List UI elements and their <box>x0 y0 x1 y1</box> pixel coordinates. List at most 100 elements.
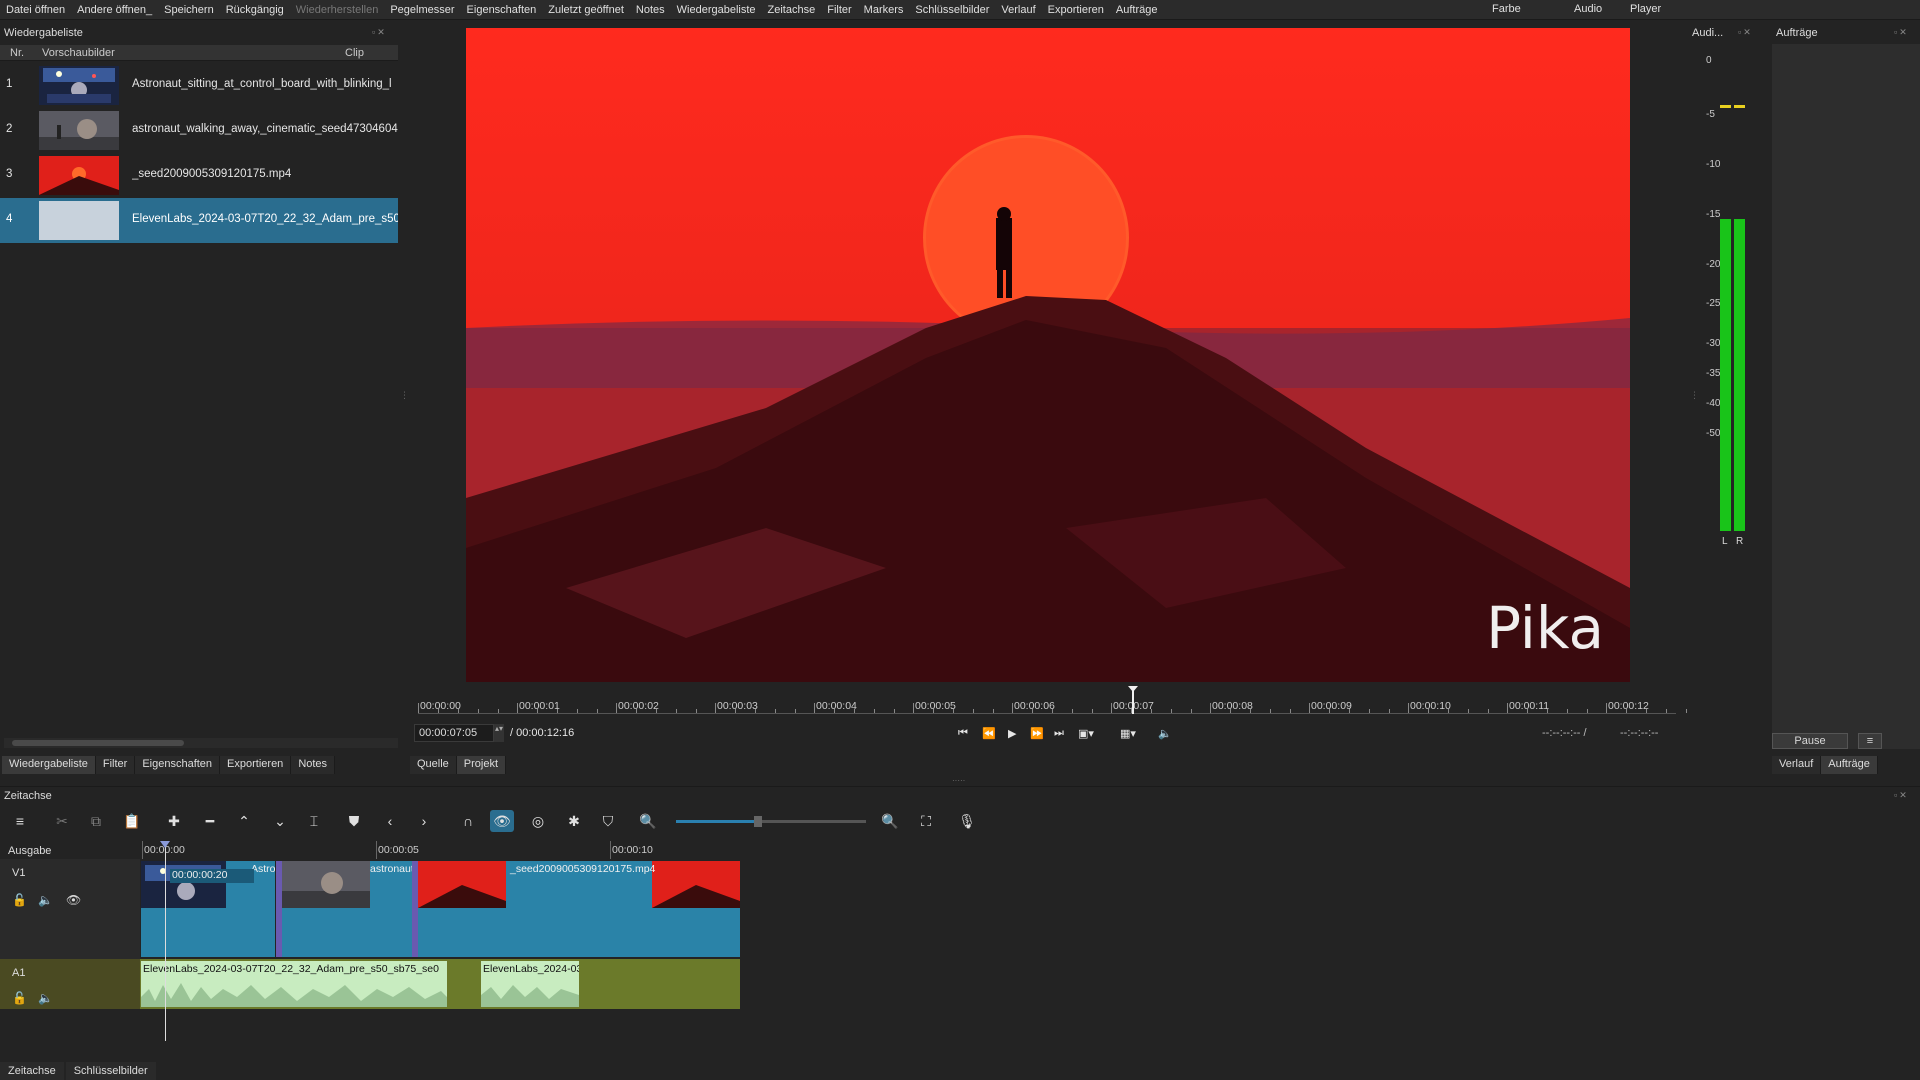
tab-keyframes[interactable]: Schlüsselbilder <box>65 1062 156 1080</box>
menu-item[interactable]: Exportieren <box>1042 4 1110 16</box>
tab-source[interactable]: Quelle <box>410 756 457 774</box>
lock-icon[interactable]: 🔓 <box>12 893 27 907</box>
lift-icon[interactable]: ⌃ <box>232 810 256 832</box>
menu-item[interactable]: Verlauf <box>995 4 1041 16</box>
grid-icon[interactable]: ▦▾ <box>1120 727 1136 740</box>
tab-filter[interactable]: Filter <box>95 756 136 774</box>
splitter-handle[interactable]: ····· <box>952 776 968 785</box>
ripple-icon[interactable]: ◎ <box>526 810 550 832</box>
menu-item[interactable]: Zuletzt geöffnet <box>542 4 630 16</box>
audio-clip-1[interactable]: ElevenLabs_2024-03-07T20_22_32_Adam_pre_… <box>141 961 447 1007</box>
position-timecode[interactable]: 00:00:07:05 <box>414 724 494 742</box>
playhead[interactable] <box>1126 686 1140 714</box>
fast-forward-icon[interactable]: ⏩ <box>1030 727 1044 740</box>
scrub-icon[interactable]: 👁 <box>490 810 514 832</box>
menu-item[interactable]: Aufträge <box>1110 4 1164 16</box>
video-clip-2[interactable]: astronaut <box>282 861 412 957</box>
jobs-menu-icon[interactable]: ≡ <box>1858 733 1882 749</box>
skip-start-icon[interactable]: ⏮ <box>958 727 968 740</box>
menu-audio[interactable]: Audio <box>1568 3 1608 15</box>
snap-icon[interactable]: ∩ <box>456 810 480 832</box>
menu-item[interactable]: Rückgängig <box>220 4 290 16</box>
menu-item[interactable]: Zeitachse <box>762 4 822 16</box>
next-marker-icon[interactable]: › <box>412 810 436 832</box>
lock-icon[interactable]: 🔓 <box>12 991 27 1005</box>
jobs-dock-icon[interactable]: ▫✕ <box>1894 27 1909 38</box>
playlist-row[interactable]: 3 _seed2009005309120175.mp4 <box>0 153 398 198</box>
menu-item[interactable]: Notes <box>630 4 671 16</box>
timeline-ruler[interactable]: 00:00:0000:00:0500:00:10 <box>140 841 740 859</box>
menu-item[interactable]: Markers <box>858 4 910 16</box>
previous-marker-icon[interactable]: ‹ <box>378 810 402 832</box>
tab-playlist[interactable]: Wiedergabeliste <box>2 756 96 774</box>
remove-icon[interactable]: ━ <box>198 810 222 832</box>
viewer-timeline-ruler[interactable]: 00:00:00 00:00:01 00:00:02 00:00:03 00:00:04… <box>418 686 1687 714</box>
ripple-all-icon[interactable]: ✱ <box>562 810 586 832</box>
v1-header[interactable]: V1 🔓 🔈 👁 <box>0 859 140 959</box>
visibility-icon[interactable]: 👁 <box>66 893 81 907</box>
timeline-menu-icon[interactable]: ≡ <box>8 810 32 832</box>
skip-end-icon[interactable]: ⏭ <box>1054 727 1064 740</box>
zoom-fit-icon[interactable]: ⛶ <box>914 810 938 832</box>
menu-item[interactable]: Wiedergabeliste <box>671 4 762 16</box>
cut-icon[interactable]: ✂ <box>50 810 74 832</box>
split-icon[interactable]: ⌶ <box>302 810 326 832</box>
menu-item[interactable]: Eigenschaften <box>461 4 543 16</box>
video-clip-3[interactable]: _seed2009005309120175.mp4 <box>418 861 740 957</box>
menu-item[interactable]: Andere öffnen_ <box>71 4 158 16</box>
playlist-dock-icon[interactable]: ▫✕ <box>372 27 387 38</box>
col-thumb[interactable]: Vorschaubilder <box>42 47 115 59</box>
record-audio-icon[interactable]: 🎙 <box>955 810 979 832</box>
playlist-row[interactable]: 1 Astronaut_sitting_at_control_board_wit… <box>0 63 398 108</box>
tab-notes[interactable]: Notes <box>291 756 336 774</box>
timecode-stepper[interactable]: ▴▾ <box>494 724 504 742</box>
menu-item[interactable]: Schlüsselbilder <box>909 4 995 16</box>
menu-item[interactable]: Datei öffnen <box>0 4 71 16</box>
copy-icon[interactable]: ⧉ <box>84 810 108 832</box>
menu-item[interactable]: Speichern <box>158 4 220 16</box>
tab-jobs[interactable]: Aufträge <box>1821 756 1878 774</box>
jobs-list[interactable] <box>1772 44 1920 749</box>
playlist-row-selected[interactable]: 4 ElevenLabs_2024-03-07T20_22_32_Adam_pr… <box>0 198 398 243</box>
mute-icon[interactable]: 🔈 <box>38 991 53 1005</box>
ruler-minor-tick <box>1052 709 1053 713</box>
tab-properties[interactable]: Eigenschaften <box>135 756 221 774</box>
paste-icon[interactable]: 📋 <box>120 810 144 832</box>
col-num[interactable]: Nr. <box>10 47 24 59</box>
timeline-dock-icon[interactable]: ▫✕ <box>1894 790 1909 801</box>
menu-player[interactable]: Player <box>1624 3 1667 15</box>
volume-icon[interactable]: 🔈 <box>1158 727 1172 740</box>
playhead-marker[interactable] <box>160 841 170 848</box>
a1-header[interactable]: A1 🔓 🔈 <box>0 959 140 1009</box>
mute-icon[interactable]: 🔈 <box>38 893 53 907</box>
timeline-tracks[interactable]: 00:00:0000:00:0500:00:10 Astronaut 00:00… <box>140 841 1920 1061</box>
timeline-playhead[interactable] <box>165 841 166 1041</box>
rewind-icon[interactable]: ⏪ <box>982 727 996 740</box>
overwrite-icon[interactable]: ⌄ <box>268 810 292 832</box>
tab-timeline[interactable]: Zeitachse <box>0 1062 64 1080</box>
menu-item[interactable]: Pegelmesser <box>384 4 460 16</box>
playlist-row[interactable]: 2 astronaut_walking_away,_cinematic_seed… <box>0 108 398 153</box>
tab-history[interactable]: Verlauf <box>1772 756 1822 774</box>
zoom-in-icon[interactable]: 🔍 <box>878 810 902 832</box>
col-clip[interactable]: Clip <box>345 47 364 59</box>
play-icon[interactable]: ▶ <box>1008 727 1016 740</box>
db-label: -10 <box>1706 159 1721 170</box>
meter-dock-icon[interactable]: ▫✕ <box>1738 27 1753 38</box>
menu-item[interactable]: Wiederherstellen <box>290 4 385 16</box>
menu-item[interactable]: Filter <box>821 4 857 16</box>
video-preview[interactable]: Pika <box>466 28 1630 682</box>
zoom-out-icon[interactable]: 🔍 <box>636 810 660 832</box>
zoom-icon[interactable]: ▣▾ <box>1078 727 1094 740</box>
menu-color[interactable]: Farbe <box>1486 3 1527 15</box>
pause-button[interactable]: Pause <box>1772 733 1848 749</box>
marker-icon[interactable]: ⛊ <box>342 810 366 832</box>
zoom-slider[interactable] <box>676 816 866 827</box>
ripple-markers-icon[interactable]: ⛉ <box>596 810 620 832</box>
tab-export[interactable]: Exportieren <box>220 756 292 774</box>
append-icon[interactable]: ✚ <box>162 810 186 832</box>
audio-clip-2[interactable]: ElevenLabs_2024-03 <box>481 961 579 1007</box>
playlist-horizontal-scrollbar[interactable] <box>4 738 398 748</box>
splitter-handle[interactable]: ⋮ <box>400 390 409 404</box>
tab-project[interactable]: Projekt <box>456 756 507 774</box>
